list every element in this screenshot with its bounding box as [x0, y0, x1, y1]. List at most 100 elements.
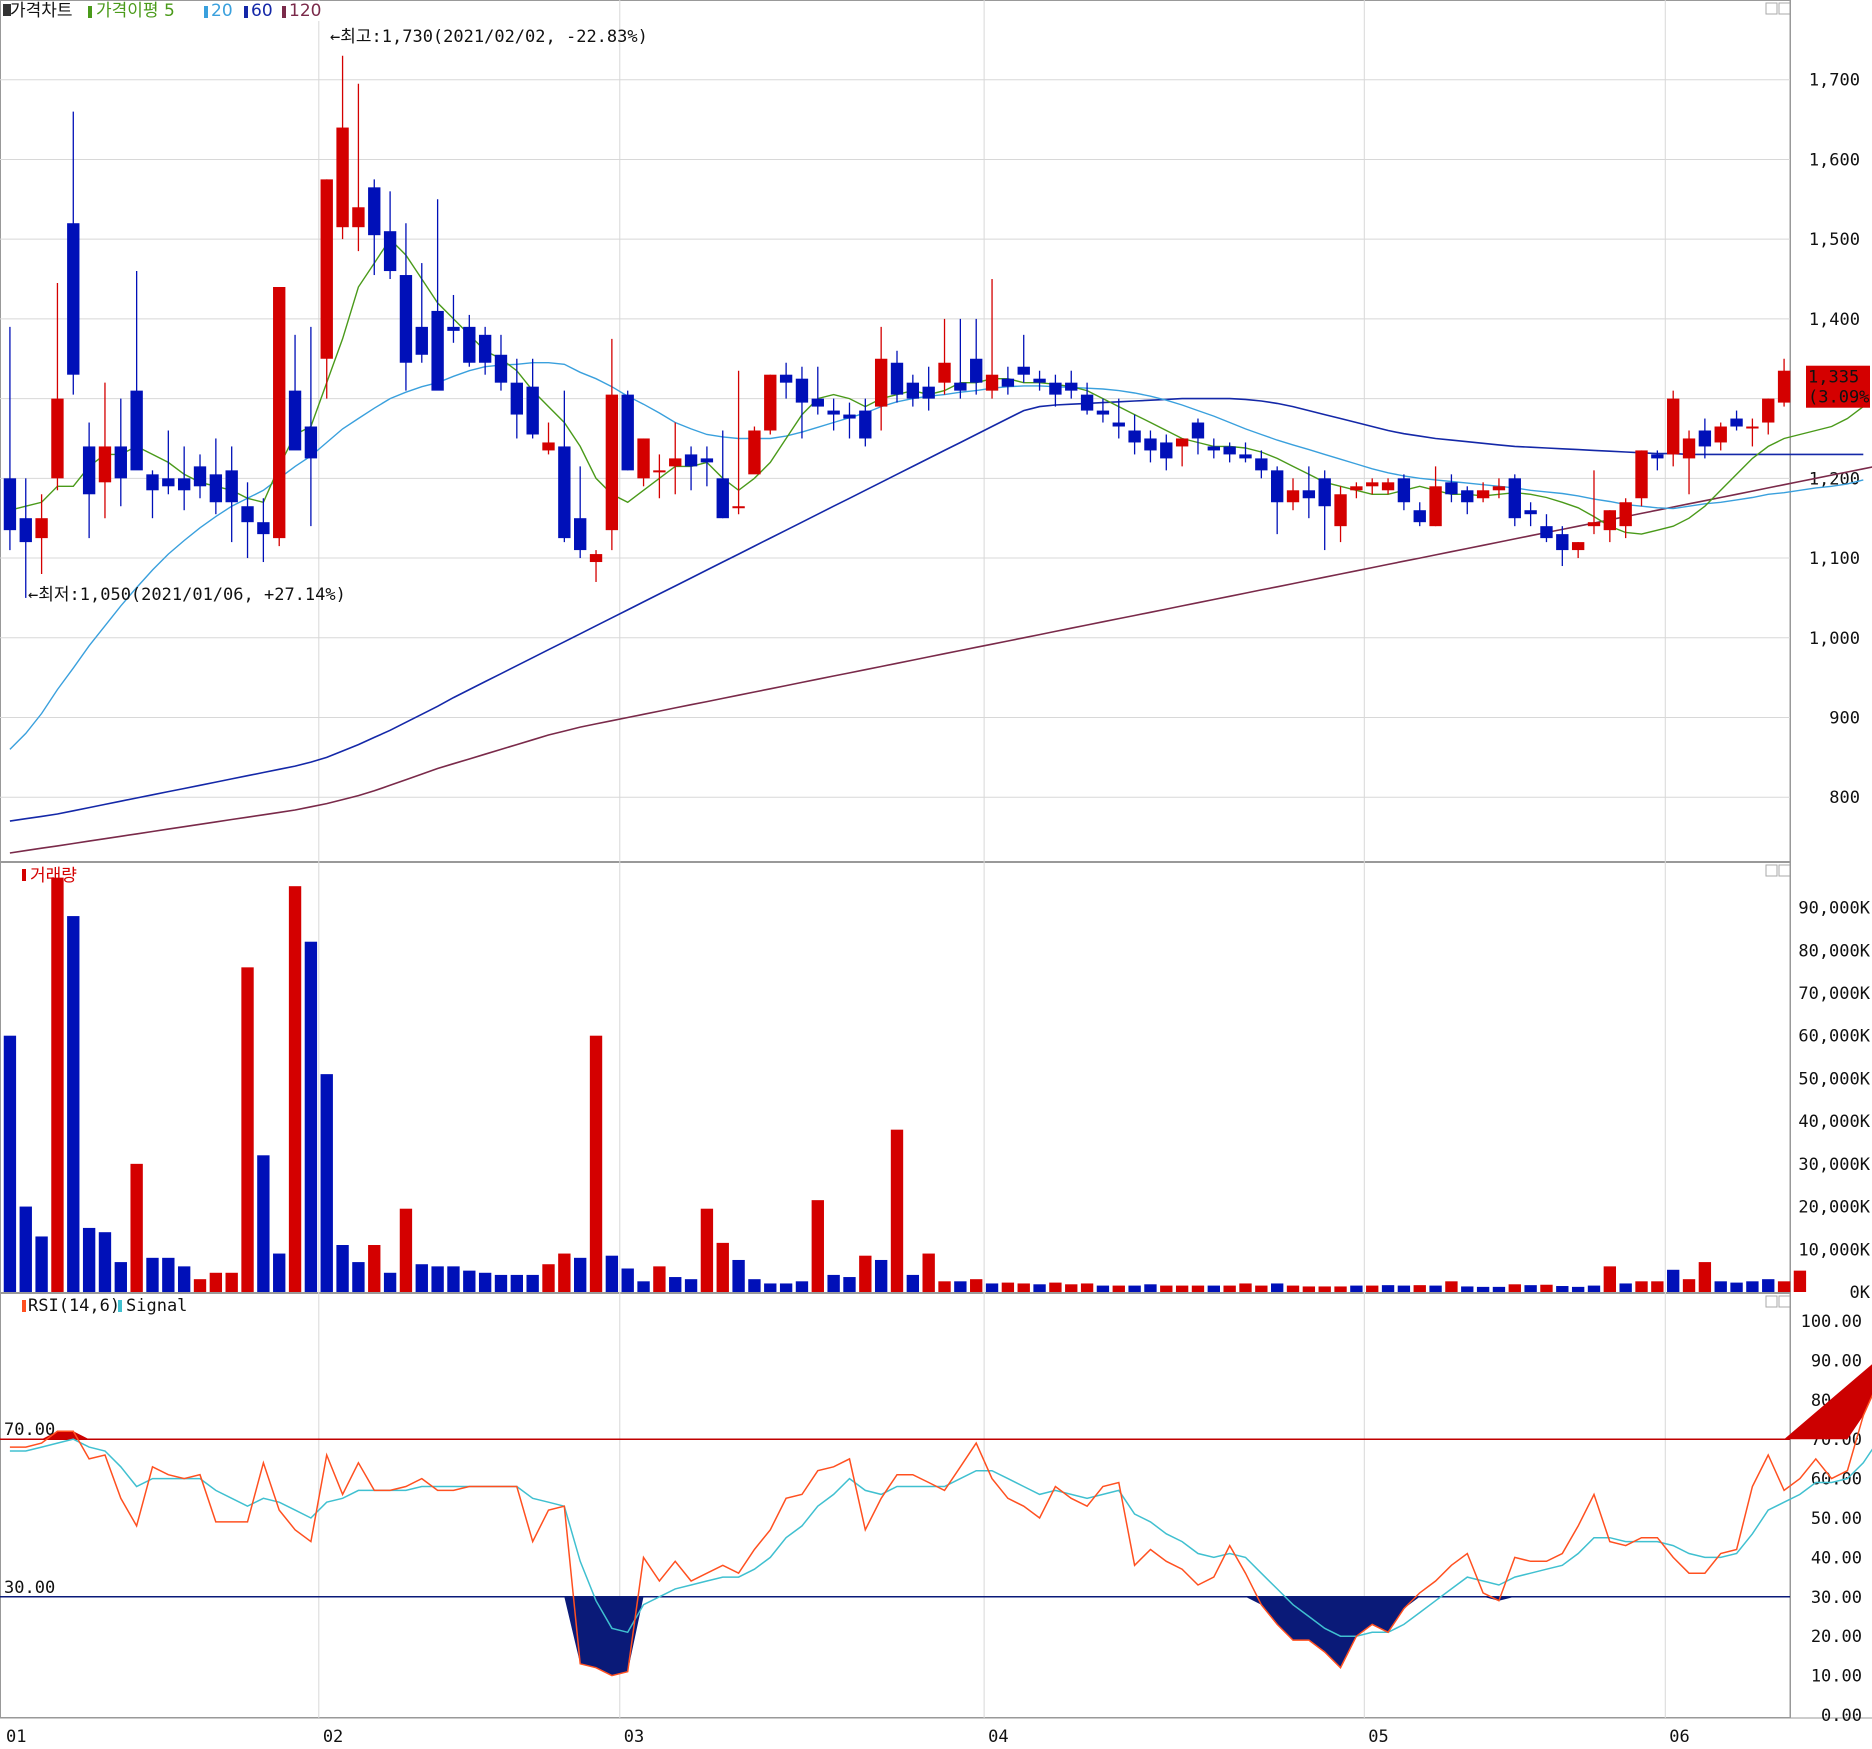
candle-body	[574, 518, 587, 551]
candle-body	[1255, 458, 1268, 471]
price-tick-label: 1,600	[1809, 150, 1860, 170]
candle-body	[827, 410, 840, 415]
candle-body	[1730, 418, 1743, 427]
candle-body	[748, 430, 761, 475]
minimize-icon[interactable]	[1765, 864, 1778, 877]
volume-bar	[1001, 1282, 1015, 1292]
candle-body	[1777, 370, 1791, 403]
candle-body	[1207, 446, 1220, 451]
volume-bar	[1175, 1285, 1189, 1292]
candle-body	[922, 386, 935, 399]
volume-bar	[637, 1281, 650, 1292]
candle-body	[1033, 378, 1046, 383]
candle-body	[431, 310, 444, 391]
candle-body	[1762, 398, 1775, 423]
candle-body	[257, 522, 270, 535]
volume-bar	[1255, 1285, 1268, 1292]
volume-tick-label: 20,000K	[1798, 1198, 1870, 1218]
volume-bar	[779, 1283, 793, 1292]
candle-body	[1397, 478, 1411, 503]
ma60-legend: 60	[251, 1, 273, 21]
volume-bar	[478, 1272, 492, 1292]
minimize-icon[interactable]	[1765, 2, 1778, 15]
volume-bar	[985, 1283, 999, 1292]
rsi-tick-label: 30.00	[1811, 1588, 1862, 1608]
candle-body	[1239, 454, 1252, 459]
volume-bar	[906, 1274, 920, 1292]
rsi-tick-label: 0.00	[1821, 1706, 1862, 1726]
volume-bar	[257, 1155, 270, 1292]
candle-body	[764, 374, 777, 431]
volume-bar	[225, 1272, 238, 1292]
candle-body	[605, 394, 619, 531]
volume-bar	[1413, 1285, 1426, 1292]
candle-body	[1508, 478, 1521, 519]
candle-body	[1445, 482, 1458, 495]
candle-body	[970, 358, 983, 383]
ma120-legend: 120	[289, 1, 321, 21]
candle-body	[1381, 482, 1395, 491]
stock-chart: 0102030405061,7001,6001,5001,4001,3001,2…	[0, 0, 1872, 1747]
candle-body	[1001, 378, 1015, 387]
candle-body	[1540, 526, 1553, 539]
close-icon[interactable]	[1778, 864, 1791, 877]
candle-body	[336, 127, 349, 228]
candle-body	[1429, 486, 1442, 527]
candle-body	[1492, 486, 1506, 491]
candle-body	[114, 446, 127, 479]
minimize-icon[interactable]	[1765, 1295, 1778, 1308]
candle-body	[1160, 442, 1173, 459]
volume-bar	[1350, 1285, 1363, 1292]
volume-bar	[1603, 1266, 1617, 1292]
volume-bar	[669, 1277, 682, 1292]
candle-body	[288, 390, 302, 451]
candle-body	[1144, 438, 1157, 451]
volume-bar	[1191, 1285, 1205, 1292]
candle-body	[383, 231, 397, 272]
candle-body	[874, 358, 888, 407]
volume-bar	[1571, 1286, 1585, 1292]
volume-bar	[177, 1266, 191, 1292]
candle-body	[1619, 502, 1632, 527]
candle-body	[19, 518, 32, 543]
volume-bar	[1508, 1284, 1521, 1292]
close-icon[interactable]	[1778, 1295, 1791, 1308]
rsi-tick-label: 100.00	[1801, 1312, 1862, 1332]
candle-body	[146, 474, 159, 491]
candle-body	[1302, 490, 1316, 499]
volume-bar	[415, 1264, 428, 1292]
volume-bar	[621, 1268, 634, 1292]
rsi-tick-label: 10.00	[1811, 1667, 1862, 1687]
legend-marker	[22, 869, 26, 881]
volume-bar	[1223, 1285, 1236, 1292]
volume-tick-label: 0K	[1850, 1283, 1871, 1303]
volume-bar	[1651, 1281, 1664, 1292]
volume-bar	[336, 1245, 349, 1292]
candle-body	[3, 478, 17, 531]
volume-bar	[574, 1257, 587, 1292]
ma20-legend: 20	[211, 1, 233, 21]
volume-bar	[146, 1257, 159, 1292]
volume-bar	[130, 1163, 143, 1292]
candle-body	[1065, 382, 1078, 391]
candle-body	[1603, 510, 1617, 531]
volume-bar	[98, 1232, 112, 1292]
volume-bar	[1128, 1285, 1141, 1292]
candle-body	[1080, 394, 1094, 411]
candle-body	[1049, 382, 1062, 395]
month-label: 02	[323, 1727, 343, 1747]
volume-bar	[859, 1255, 872, 1292]
volume-bar	[1714, 1281, 1727, 1292]
candle-body	[653, 470, 666, 473]
volume-bar	[320, 1074, 333, 1292]
close-icon[interactable]	[1778, 2, 1791, 15]
volume-bar	[1207, 1285, 1220, 1292]
rsi-lower-label: 30.00	[4, 1578, 55, 1598]
candle-body	[51, 398, 64, 479]
candle-body	[1698, 430, 1712, 447]
volume-bar	[1112, 1285, 1125, 1292]
candle-body	[795, 378, 809, 403]
volume-bar	[1793, 1270, 1807, 1292]
candle-body	[177, 478, 191, 491]
volume-bar	[827, 1274, 840, 1292]
